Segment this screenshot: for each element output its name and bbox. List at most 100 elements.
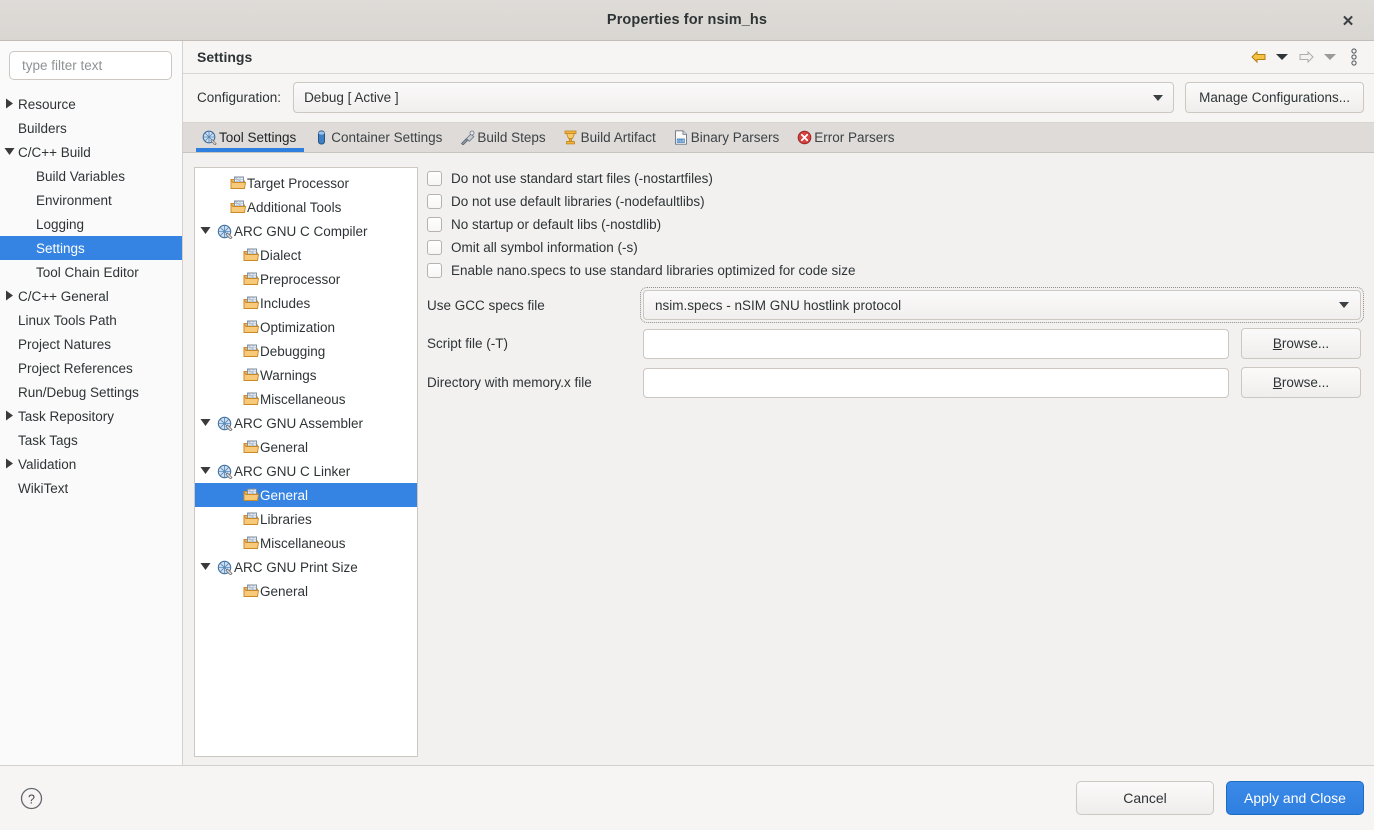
close-icon[interactable]: ✕ [1322,0,1374,41]
checkbox-icon[interactable] [427,171,442,186]
vertical-dots-icon[interactable] [1342,44,1366,70]
tool-tree-item[interactable]: Additional Tools [195,195,417,219]
twisty-expanded-icon[interactable] [195,418,215,429]
twisty-expanded-icon[interactable] [195,226,215,237]
option-folder-icon [241,584,260,598]
script-file-browse-label: rowse... [1282,336,1329,351]
tool-tree-item[interactable]: ARC GNU C Compiler [195,219,417,243]
sidebar-item-linux-tools-path[interactable]: Linux Tools Path [0,308,182,332]
back-history-chevron-down-icon[interactable] [1270,44,1294,70]
back-arrow-icon[interactable] [1246,44,1270,70]
tool-tree-item[interactable]: Optimization [195,315,417,339]
checkbox-label: No startup or default libs (-nostdlib) [451,217,661,232]
sidebar-item-wikitext[interactable]: WikiText [0,476,182,500]
checkbox-icon[interactable] [427,194,442,209]
script-file-input[interactable] [643,329,1229,359]
option-folder-icon [241,488,260,502]
linker-option-checkbox-row[interactable]: Do not use standard start files (-nostar… [427,167,1361,190]
tool-tree-item-label: Dialect [260,248,301,263]
tab-error-parsers[interactable]: Error Parsers [789,123,904,152]
tool-tree-item[interactable]: General [195,483,417,507]
tab-build-artifact[interactable]: Build Artifact [556,123,666,152]
filter-input[interactable] [20,57,161,74]
manage-configurations-button[interactable]: Manage Configurations... [1185,82,1364,113]
tool-tree-item[interactable]: Includes [195,291,417,315]
twisty-collapsed-icon[interactable] [0,290,18,303]
specs-file-row: Use GCC specs file nsim.specs - nSIM GNU… [427,290,1361,320]
sidebar-item-run-debug-settings[interactable]: Run/Debug Settings [0,380,182,404]
tool-tree-item[interactable]: General [195,435,417,459]
tool-tree-item[interactable]: ARC GNU C Linker [195,459,417,483]
apply-and-close-button[interactable]: Apply and Close [1226,781,1364,815]
tool-tree-item[interactable]: General [195,579,417,603]
tool-tree-item[interactable]: Preprocessor [195,267,417,291]
checkbox-icon[interactable] [427,263,442,278]
tool-options-tree[interactable]: Target ProcessorAdditional ToolsARC GNU … [194,167,418,757]
checkbox-icon[interactable] [427,240,442,255]
configuration-combo[interactable]: Debug [ Active ] [293,82,1174,113]
script-file-browse-button[interactable]: Browse... [1241,328,1361,359]
linker-option-checkbox-row[interactable]: Enable nano.specs to use standard librar… [427,259,1361,282]
tool-tree-item[interactable]: Debugging [195,339,417,363]
checkbox-icon[interactable] [427,217,442,232]
tool-tree-item-label: ARC GNU Assembler [234,416,363,431]
configuration-row: Configuration: Debug [ Active ] Manage C… [183,74,1374,123]
tab-container-settings[interactable]: Container Settings [306,123,452,152]
tool-tree-item[interactable]: Miscellaneous [195,387,417,411]
twisty-collapsed-icon[interactable] [0,98,18,111]
sidebar-item-task-repository[interactable]: Task Repository [0,404,182,428]
filter-box[interactable] [9,51,172,80]
twisty-expanded-icon[interactable] [195,562,215,573]
tab-binary-parsers[interactable]: 010Binary Parsers [666,123,790,152]
tool-tree-item[interactable]: Libraries [195,507,417,531]
linker-option-checkbox-row[interactable]: Do not use default libraries (-nodefault… [427,190,1361,213]
sidebar-item-project-references[interactable]: Project References [0,356,182,380]
tool-tree-item[interactable]: Target Processor [195,171,417,195]
tab-build-steps[interactable]: Build Steps [452,123,555,152]
tool-tree-item[interactable]: ARC GNU Print Size [195,555,417,579]
tool-tree-item-label: ARC GNU Print Size [234,560,358,575]
sidebar-item-label: Environment [18,193,112,208]
configuration-label: Configuration: [191,90,293,105]
sidebar-item-logging[interactable]: Logging [0,212,182,236]
forward-history-chevron-down-icon[interactable] [1318,44,1342,70]
twisty-expanded-icon[interactable] [195,466,215,477]
tool-tree-item[interactable]: Warnings [195,363,417,387]
svg-text:?: ? [28,792,35,806]
tool-tree-item[interactable]: Miscellaneous [195,531,417,555]
sidebar-item-validation[interactable]: Validation [0,452,182,476]
settings-nav-tree[interactable]: ResourceBuildersC/C++ BuildBuild Variabl… [0,90,182,765]
tool-tree-item[interactable]: ARC GNU Assembler [195,411,417,435]
settings-tabs[interactable]: Tool SettingsContainer SettingsBuild Ste… [183,123,1374,153]
sidebar-item-label: Task Tags [18,433,78,448]
sidebar-item-c-c-general[interactable]: C/C++ General [0,284,182,308]
sidebar-item-settings[interactable]: Settings [0,236,182,260]
sidebar-item-c-c-build[interactable]: C/C++ Build [0,140,182,164]
cancel-button[interactable]: Cancel [1076,781,1214,815]
specs-file-combo[interactable]: nsim.specs - nSIM GNU hostlink protocol [643,290,1361,320]
help-circle-icon[interactable]: ? [18,785,44,811]
tool-tree-item-label: ARC GNU C Linker [234,464,350,479]
sidebar-item-build-variables[interactable]: Build Variables [0,164,182,188]
memory-dir-input[interactable] [643,368,1229,398]
forward-arrow-icon[interactable] [1294,44,1318,70]
sidebar-item-task-tags[interactable]: Task Tags [0,428,182,452]
twisty-collapsed-icon[interactable] [0,410,18,423]
memory-dir-browse-button[interactable]: Browse... [1241,367,1361,398]
linker-option-checkbox-row[interactable]: No startup or default libs (-nostdlib) [427,213,1361,236]
script-file-label: Script file (-T) [427,336,643,351]
tab-tool-settings[interactable]: Tool Settings [194,123,306,152]
sidebar-item-project-natures[interactable]: Project Natures [0,332,182,356]
twisty-expanded-icon[interactable] [0,147,18,158]
build-steps-icon [459,130,475,146]
sidebar-item-label: Tool Chain Editor [18,265,139,280]
sidebar-item-tool-chain-editor[interactable]: Tool Chain Editor [0,260,182,284]
sidebar-item-builders[interactable]: Builders [0,116,182,140]
tool-tree-item[interactable]: Dialect [195,243,417,267]
twisty-collapsed-icon[interactable] [0,458,18,471]
sidebar-item-environment[interactable]: Environment [0,188,182,212]
option-folder-icon [241,320,260,334]
sidebar-item-resource[interactable]: Resource [0,92,182,116]
linker-option-checkbox-row[interactable]: Omit all symbol information (-s) [427,236,1361,259]
tool-tree-item-label: General [260,488,308,503]
